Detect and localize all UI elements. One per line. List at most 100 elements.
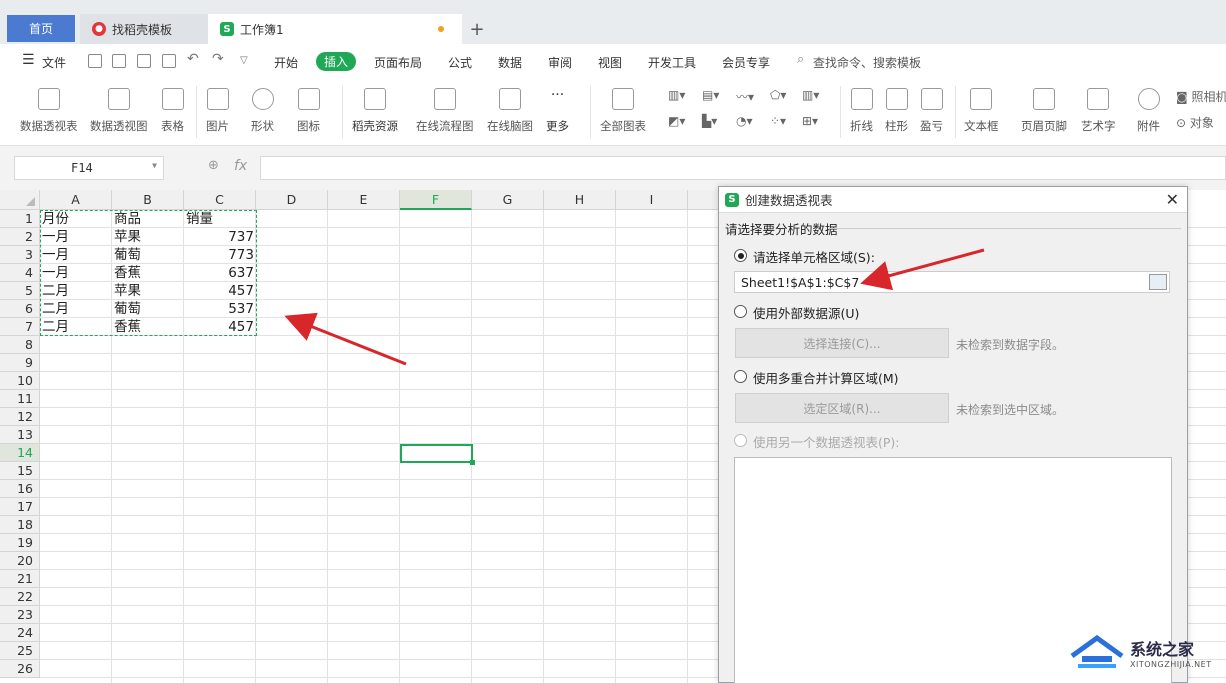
row-header-23[interactable]: 23 [0,606,40,624]
online-mindmap-button[interactable]: 在线脑图 [487,86,533,134]
menu-page-layout[interactable]: 页面布局 [374,54,422,71]
box-chart-icon[interactable]: ⊞▾ [802,114,818,128]
range-picker-icon[interactable] [1149,274,1167,290]
print-icon[interactable] [137,54,151,68]
row-header-10[interactable]: 10 [0,372,40,390]
row-header-2[interactable]: 2 [0,228,40,246]
row-header-22[interactable]: 22 [0,588,40,606]
row-header-6[interactable]: 6 [0,300,40,318]
row-header-12[interactable]: 12 [0,408,40,426]
radio-multi-consolidation[interactable] [734,370,747,383]
pivot-chart-button[interactable]: 数据透视图 [90,86,148,134]
new-tab-button[interactable]: + [462,14,492,44]
select-area-button[interactable]: 选定区域(R)... [735,393,949,423]
row-header-19[interactable]: 19 [0,534,40,552]
row-header-11[interactable]: 11 [0,390,40,408]
row-header-13[interactable]: 13 [0,426,40,444]
menu-data[interactable]: 数据 [498,54,522,71]
select-all-corner[interactable] [0,190,40,210]
print-preview-icon[interactable] [162,54,176,68]
export-icon[interactable] [112,54,126,68]
row-header-21[interactable]: 21 [0,570,40,588]
menu-formula[interactable]: 公式 [448,54,472,71]
active-cell-F14[interactable] [400,444,475,465]
sparkline-line-button[interactable]: 折线 [850,86,873,134]
command-search[interactable]: 查找命令、搜索模板 [813,54,921,71]
column-chart-icon[interactable]: ▥▾ [668,88,685,102]
row-header-5[interactable]: 5 [0,282,40,300]
wordart-button[interactable]: 艺术字 [1081,86,1116,134]
formula-input[interactable] [260,156,1226,180]
radio-cell-range[interactable] [734,249,747,262]
more-button[interactable]: ··· 更多 [546,86,569,134]
row-header-25[interactable]: 25 [0,642,40,660]
row-header-20[interactable]: 20 [0,552,40,570]
table-button[interactable]: 表格 [161,86,184,134]
row-header-18[interactable]: 18 [0,516,40,534]
column-header-E[interactable]: E [328,190,400,210]
object-button[interactable]: ⊙ 对象 [1176,114,1214,131]
tab-workbook[interactable]: S 工作簿1 [208,14,462,44]
menu-start[interactable]: 开始 [274,54,298,71]
name-box[interactable]: F14 ▼ [14,156,164,180]
sparkline-winloss-button[interactable]: 盈亏 [920,86,943,134]
fx-icon[interactable]: fx [234,158,247,174]
menu-review[interactable]: 审阅 [548,54,572,71]
column-header-G[interactable]: G [472,190,544,210]
column-header-F[interactable]: F [400,190,472,210]
redo-icon[interactable]: ↷ [212,51,224,67]
all-charts-button[interactable]: 全部图表 [600,86,646,134]
row-header-14[interactable]: 14 [0,444,40,462]
camera-button[interactable]: ◙ 照相机 [1176,88,1226,105]
column-header-B[interactable]: B [112,190,184,210]
zoom-search-icon[interactable]: ⊕ [208,158,219,173]
daoke-resources-button[interactable]: 稻壳资源 [352,86,398,134]
line-chart-icon[interactable]: 〰▾ [736,88,754,105]
menu-file[interactable]: 文件 [42,54,66,71]
hamburger-icon[interactable]: ☰ [22,52,35,68]
menu-insert[interactable]: 插入 [316,52,357,71]
cell-range-input[interactable]: Sheet1!$A$1:$C$7 [734,271,1170,293]
close-icon[interactable]: ✕ [1166,190,1179,209]
choose-connection-button[interactable]: 选择连接(C)... [735,328,949,358]
row-header-1[interactable]: 1 [0,210,40,228]
picture-button[interactable]: 图片 [206,86,229,134]
menu-developer[interactable]: 开发工具 [648,54,696,71]
row-header-26[interactable]: 26 [0,660,40,678]
column-header-H[interactable]: H [544,190,616,210]
row-header-24[interactable]: 24 [0,624,40,642]
radio-external-source[interactable] [734,305,747,318]
icon-button[interactable]: 图标 [297,86,320,134]
scatter-chart-icon[interactable]: ⁘▾ [770,114,786,128]
menu-member[interactable]: 会员专享 [722,54,770,71]
row-header-17[interactable]: 17 [0,498,40,516]
column-header-I[interactable]: I [616,190,688,210]
sparkline-column-button[interactable]: 柱形 [885,86,908,134]
pie-chart-icon[interactable]: ◔▾ [736,114,753,128]
menu-view[interactable]: 视图 [598,54,622,71]
quick-access-dropdown-icon[interactable]: ▽ [240,55,248,66]
radar-chart-icon[interactable]: ⬠▾ [770,88,786,102]
pivot-table-button[interactable]: 数据透视表 [20,86,78,134]
tab-daoke-templates[interactable]: ● 找稻壳模板 [80,14,208,44]
tab-home[interactable]: 首页 [7,15,75,42]
row-header-4[interactable]: 4 [0,264,40,282]
chevron-down-icon[interactable]: ▼ [152,161,157,170]
attachment-button[interactable]: 附件 [1137,86,1160,134]
row-header-7[interactable]: 7 [0,318,40,336]
header-footer-button[interactable]: 页眉页脚 [1021,86,1067,134]
row-header-16[interactable]: 16 [0,480,40,498]
row-header-15[interactable]: 15 [0,462,40,480]
online-flowchart-button[interactable]: 在线流程图 [416,86,474,134]
shape-button[interactable]: 形状 [251,86,274,134]
row-header-9[interactable]: 9 [0,354,40,372]
row-header-3[interactable]: 3 [0,246,40,264]
column-header-C[interactable]: C [184,190,256,210]
row-header-8[interactable]: 8 [0,336,40,354]
radio-another-pivot[interactable] [734,434,747,447]
bar-chart-h-icon[interactable]: ▤▾ [702,88,719,102]
stock-chart-icon[interactable]: ▥▾ [802,88,819,102]
save-icon[interactable] [88,54,102,68]
column-header-D[interactable]: D [256,190,328,210]
column-header-A[interactable]: A [40,190,112,210]
